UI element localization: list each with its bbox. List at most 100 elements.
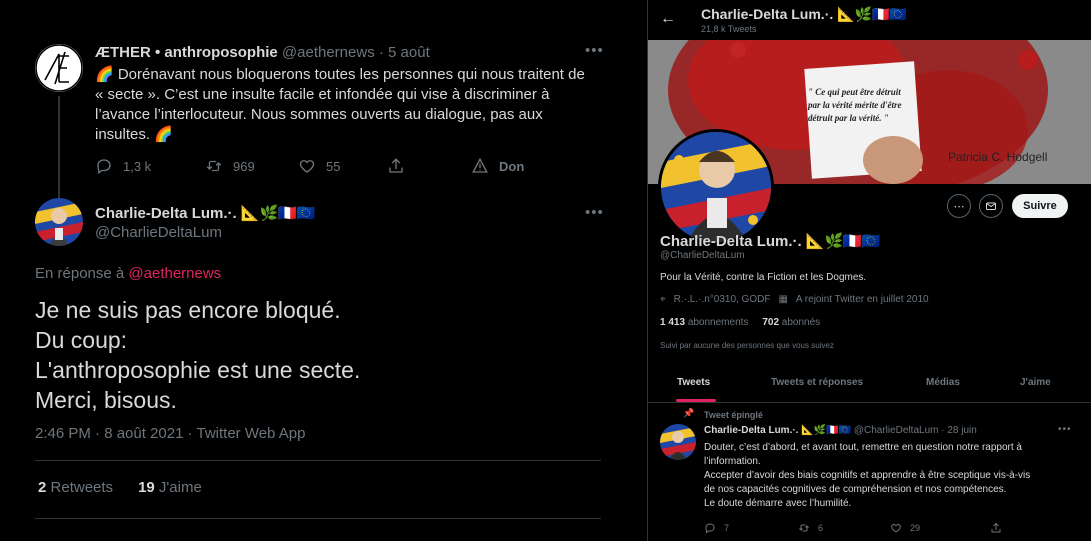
text-line: Douter, c’est d’abord, et avant tout, re… <box>704 442 1022 453</box>
profile-name: Charlie-Delta Lum.·. 📐🌿🇫🇷🇪🇺 <box>660 233 881 250</box>
likes-stat[interactable]: 19 J'aime <box>138 479 202 496</box>
like-count: 55 <box>326 158 341 174</box>
parent-tweet-text: 🌈 Dorénavant nous bloquerons toutes les … <box>95 65 605 145</box>
text-line: 🌈 Dorénavant nous bloquerons toutes les … <box>95 66 585 83</box>
aether-avatar[interactable] <box>35 44 83 92</box>
share-icon <box>389 158 403 173</box>
retweets-count: 2 <box>38 479 47 496</box>
profile-header-bar: ← Charlie-Delta Lum.·. 📐🌿🇫🇷🇪🇺 21,8 k Twe… <box>648 0 1091 40</box>
text-line: insultes. 🌈 <box>95 126 173 143</box>
pin-icon: 📌 <box>683 408 695 418</box>
envelope-icon <box>986 202 996 210</box>
tab-tweets[interactable]: Tweets <box>677 377 710 388</box>
text-line: Le doute démarre avec l’humilité. <box>704 498 852 509</box>
location-icon: ⌖ <box>660 294 666 305</box>
main-handle[interactable]: @CharlieDeltaLum <box>95 224 222 241</box>
divider <box>35 518 601 519</box>
donate-icon <box>472 157 488 173</box>
text-line: de nos capacités cognitives de compréhen… <box>704 484 1007 495</box>
text-line: Du coup: <box>35 327 128 353</box>
followers-label: abonnés <box>781 317 821 328</box>
avatar-image <box>35 198 83 246</box>
text-line: « secte ». C’est une insulte facile et i… <box>95 86 550 103</box>
profile-handle: @CharlieDeltaLum <box>660 250 745 261</box>
text-line: Accepter d’avoir des biais cognitifs et … <box>704 470 1031 481</box>
quote-line: par la vérité mérite d'être <box>808 100 902 110</box>
more-options-icon[interactable]: ••• <box>585 204 604 221</box>
likes-label: J'aime <box>158 479 202 496</box>
reply-count: 1,3 k <box>123 158 152 174</box>
reply-button[interactable]: 7 <box>704 522 729 534</box>
text-line: l’information. <box>704 456 761 467</box>
parent-date[interactable]: · 5 août <box>379 44 430 61</box>
profile-avatar[interactable] <box>658 129 774 245</box>
following-link[interactable]: 1 413 abonnements <box>660 317 748 328</box>
donate-button[interactable]: Don <box>471 157 524 175</box>
pinned-tweet-header: Charlie-Delta Lum.·. 📐🌿🇫🇷🇪🇺 @CharlieDelt… <box>704 425 977 436</box>
pinned-tweet-avatar[interactable] <box>660 424 696 460</box>
pinned-handle-date[interactable]: @CharlieDeltaLum · 28 juin <box>854 425 977 436</box>
retweet-button[interactable]: 6 <box>798 522 823 534</box>
tweet-detail-panel: ÆTHER • anthroposophie @aethernews · 5 a… <box>0 0 620 541</box>
followers-count: 702 <box>762 317 780 328</box>
tab-media[interactable]: Médias <box>926 377 960 388</box>
parent-tweet-header: ÆTHER • anthroposophie @aethernews · 5 a… <box>95 44 430 61</box>
main-display-name[interactable]: Charlie-Delta Lum.·. 📐🌿🇫🇷🇪🇺 <box>95 204 316 222</box>
retweet-count: 969 <box>233 158 255 174</box>
profile-title: Charlie-Delta Lum.·. 📐🌿🇫🇷🇪🇺 <box>701 6 907 22</box>
retweet-icon <box>799 524 809 532</box>
reply-icon <box>705 523 715 534</box>
followers-link[interactable]: 702 abonnés <box>762 317 820 328</box>
tweet-count: 21,8 k Tweets <box>701 24 757 34</box>
retweets-stat[interactable]: 2 Retweets <box>38 479 113 496</box>
tweet-stats: 2 Retweets 19 J'aime <box>38 479 202 496</box>
banner-quote: " Ce qui peut être détruit par la vérité… <box>808 86 901 125</box>
message-button[interactable] <box>979 194 1003 218</box>
follow-button[interactable]: Suivre <box>1012 194 1068 218</box>
reply-prefix: En réponse à <box>35 265 125 282</box>
retweets-label: Retweets <box>50 479 114 496</box>
heart-icon <box>891 523 901 533</box>
more-icon: ⋯ <box>953 200 965 213</box>
more-options-button[interactable]: ⋯ <box>947 194 971 218</box>
pinned-tweet-text: Douter, c’est d’abord, et avant tout, re… <box>704 441 1074 511</box>
share-button[interactable] <box>387 157 405 175</box>
share-icon <box>991 522 1001 533</box>
profile-joined: A rejoint Twitter en juillet 2010 <box>795 294 929 305</box>
reply-to-link[interactable]: @aethernews <box>128 265 221 282</box>
pinned-label: Tweet épinglé <box>704 410 763 420</box>
reply-count: 7 <box>724 523 730 533</box>
text-line: L'anthroposophie est une secte. <box>35 357 361 383</box>
thread-connector <box>58 96 60 204</box>
profile-location: R.·.L.·.n°0310, GODF <box>673 294 771 305</box>
pinned-display-name[interactable]: Charlie-Delta Lum.·. 📐🌿🇫🇷🇪🇺 <box>704 425 851 436</box>
parent-handle[interactable]: @aethernews <box>282 44 375 61</box>
more-options-icon[interactable]: ••• <box>1058 424 1072 435</box>
followed-by-text: Suivi par aucune des personnes que vous … <box>660 341 834 350</box>
like-button[interactable]: 29 <box>890 522 920 534</box>
share-button[interactable] <box>990 522 1002 534</box>
heart-icon <box>299 160 315 173</box>
banner-author: Patricia C. Hodgell <box>948 150 1048 164</box>
charlie-avatar[interactable] <box>35 198 83 246</box>
avatar-image <box>661 132 771 242</box>
tab-tweets-replies[interactable]: Tweets et réponses <box>771 377 863 388</box>
profile-panel: ← Charlie-Delta Lum.·. 📐🌿🇫🇷🇪🇺 21,8 k Twe… <box>647 0 1091 541</box>
follow-stats: 1 413 abonnements 702 abonnés <box>660 317 820 328</box>
reply-context: En réponse à @aethernews <box>35 265 221 282</box>
quote-line: " Ce qui peut être détruit <box>808 87 901 97</box>
parent-display-name[interactable]: ÆTHER • anthroposophie <box>95 44 278 61</box>
tweet-timestamp[interactable]: 2:46 PM · 8 août 2021 · Twitter Web App <box>35 425 305 442</box>
tab-likes[interactable]: J'aime <box>1020 377 1051 388</box>
main-tweet-text: Je ne suis pas encore bloqué. Du coup: L… <box>35 295 360 415</box>
divider <box>35 460 601 461</box>
profile-info: ⌖ R.·.L.·.n°0310, GODF ▦ A rejoint Twitt… <box>660 294 929 305</box>
retweet-icon <box>206 160 222 172</box>
profile-tabs: Tweets Tweets et réponses Médias J'aime <box>648 365 1091 403</box>
like-button[interactable]: 55 <box>298 157 340 175</box>
more-options-icon[interactable]: ••• <box>585 42 604 59</box>
retweet-count: 6 <box>818 523 824 533</box>
arrow-left-icon[interactable]: ← <box>660 10 676 28</box>
reply-button[interactable]: 1,3 k <box>95 157 151 175</box>
retweet-button[interactable]: 969 <box>205 157 255 175</box>
